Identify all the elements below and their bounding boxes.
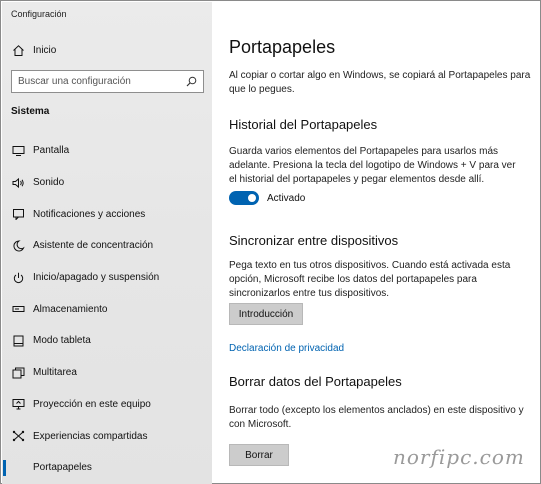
sidebar-item-label: Inicio/apagado y suspensión [33,272,160,284]
notification-icon [11,207,25,221]
sidebar-item-label: Multitarea [33,367,77,379]
history-heading: Historial del Portapapeles [229,117,378,132]
sidebar-item-label: Asistente de concentración [33,240,154,252]
tablet-icon [11,334,25,348]
sidebar-item-pantalla[interactable]: Pantalla [2,135,212,167]
sidebar-home[interactable]: Inicio [11,42,56,58]
history-text-2: adelante. Presiona la tecla del logotipo… [229,160,516,171]
power-icon [11,271,25,285]
history-toggle[interactable] [229,191,259,205]
moon-icon [11,239,25,253]
toggle-label: Activado [267,192,306,204]
borrar-button[interactable]: Borrar [229,444,289,466]
sidebar: Configuración Inicio Buscar una configur… [2,2,212,484]
sidebar-item-label: Experiencias compartidas [33,430,148,442]
search-icon[interactable] [186,76,197,87]
history-text-3: el historial del portapapeles y pegar el… [229,174,485,185]
sync-text-3: sincronizarlos entre tus dispositivos. [229,288,390,299]
sidebar-item-label: Almacenamiento [33,303,108,315]
toggle-knob [248,194,256,202]
sidebar-item-tableta[interactable]: Modo tableta [2,325,212,357]
sidebar-item-notificaciones[interactable]: Notificaciones y acciones [2,198,212,230]
search-box[interactable]: Buscar una configuración [11,70,204,93]
projection-icon [11,397,25,411]
sidebar-item-label: Portapapeles [33,462,92,474]
sync-heading: Sincronizar entre dispositivos [229,233,399,248]
sidebar-item-multitarea[interactable]: Multitarea [2,357,212,389]
history-toggle-row: Activado [229,190,305,206]
sidebar-item-sonido[interactable]: Sonido [2,167,212,199]
sync-text-1: Pega texto en tus otros dispositivos. Cu… [229,260,511,271]
clear-text-2: con Microsoft. [229,419,292,430]
app-title: Configuración [11,9,67,19]
sidebar-item-label: Pantalla [33,145,70,157]
storage-icon [11,302,25,316]
sidebar-item-label: Modo tableta [33,335,91,347]
section-title: Sistema [11,106,50,117]
clipboard-icon [11,461,25,475]
intro-line-1: Al copiar o cortar algo en Windows, se c… [229,70,531,81]
selection-indicator [3,459,6,476]
sync-text-2: opción, Microsoft recibe los datos del p… [229,274,477,285]
home-icon [11,43,25,57]
history-text-1: Guarda varios elementos del Portapapeles… [229,146,499,157]
sidebar-item-experiencias[interactable]: Experiencias compartidas [2,420,212,452]
clear-heading: Borrar datos del Portapapeles [229,374,402,389]
shared-icon [11,429,25,443]
search-input[interactable]: Buscar una configuración [18,76,131,87]
sidebar-item-proyeccion[interactable]: Proyección en este equipo [2,389,212,421]
sidebar-item-almacenamiento[interactable]: Almacenamiento [2,293,212,325]
multitask-icon [11,366,25,380]
page-title: Portapapeles [229,37,336,57]
sidebar-item-label: Sonido [33,177,65,189]
window-frame: Configuración Inicio Buscar una configur… [0,0,541,484]
sidebar-item-label: Notificaciones y acciones [33,208,146,220]
speaker-icon [11,176,25,190]
home-label: Inicio [33,44,57,56]
introduccion-button[interactable]: Introducción [229,303,303,325]
monitor-icon [11,144,25,158]
sidebar-nav: Pantalla Sonido Notificaciones y accione… [2,135,212,484]
sidebar-item-energia[interactable]: Inicio/apagado y suspensión [2,262,212,294]
clear-text-1: Borrar todo (excepto los elementos ancla… [229,405,524,416]
watermark: norfipc.com [393,445,525,469]
sidebar-item-label: Proyección en este equipo [33,398,151,410]
sidebar-item-concentracion[interactable]: Asistente de concentración [2,230,212,262]
privacy-link[interactable]: Declaración de privacidad [229,343,344,354]
intro-line-2: que lo pegues. [229,84,295,95]
sidebar-item-portapapeles[interactable]: Portapapeles [2,452,212,484]
